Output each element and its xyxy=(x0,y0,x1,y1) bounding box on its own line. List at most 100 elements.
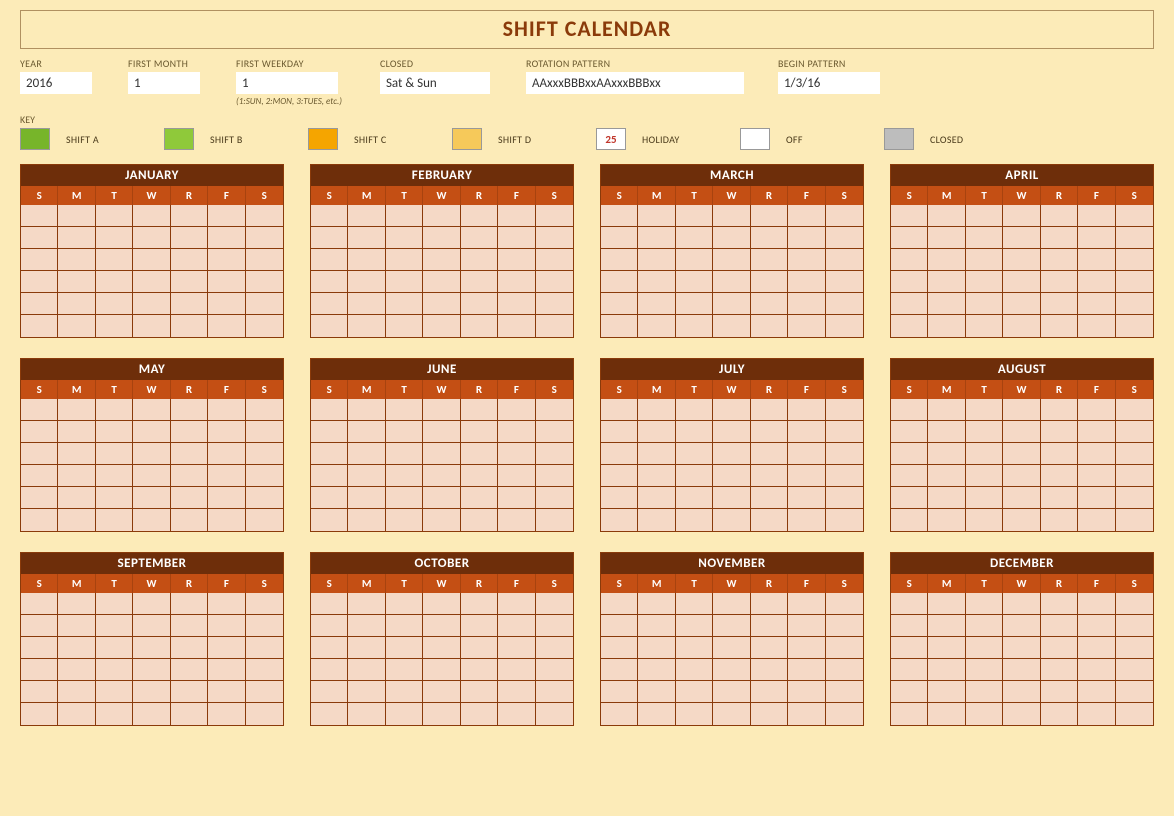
day-cell[interactable] xyxy=(676,399,713,421)
day-cell[interactable] xyxy=(966,487,1003,509)
day-cell[interactable] xyxy=(133,205,170,227)
day-cell[interactable] xyxy=(788,509,825,531)
day-cell[interactable] xyxy=(423,205,460,227)
day-cell[interactable] xyxy=(208,249,245,271)
day-cell[interactable] xyxy=(1116,205,1153,227)
day-cell[interactable] xyxy=(788,593,825,615)
day-cell[interactable] xyxy=(246,249,283,271)
day-cell[interactable] xyxy=(58,249,95,271)
day-cell[interactable] xyxy=(311,315,348,337)
day-cell[interactable] xyxy=(751,205,788,227)
day-cell[interactable] xyxy=(1116,227,1153,249)
day-cell[interactable] xyxy=(58,659,95,681)
day-cell[interactable] xyxy=(58,637,95,659)
day-cell[interactable] xyxy=(676,227,713,249)
day-cell[interactable] xyxy=(246,443,283,465)
day-cell[interactable] xyxy=(58,399,95,421)
day-cell[interactable] xyxy=(171,637,208,659)
day-cell[interactable] xyxy=(246,509,283,531)
day-cell[interactable] xyxy=(1078,487,1115,509)
day-cell[interactable] xyxy=(891,293,928,315)
day-cell[interactable] xyxy=(638,637,675,659)
day-cell[interactable] xyxy=(638,443,675,465)
day-cell[interactable] xyxy=(208,421,245,443)
day-cell[interactable] xyxy=(96,593,133,615)
day-cell[interactable] xyxy=(1041,421,1078,443)
day-cell[interactable] xyxy=(713,659,750,681)
day-cell[interactable] xyxy=(1041,271,1078,293)
day-cell[interactable] xyxy=(1078,271,1115,293)
day-cell[interactable] xyxy=(311,293,348,315)
day-cell[interactable] xyxy=(751,637,788,659)
day-cell[interactable] xyxy=(461,249,498,271)
day-cell[interactable] xyxy=(966,465,1003,487)
day-cell[interactable] xyxy=(638,293,675,315)
day-cell[interactable] xyxy=(536,443,573,465)
day-cell[interactable] xyxy=(826,227,863,249)
day-cell[interactable] xyxy=(601,615,638,637)
day-cell[interactable] xyxy=(208,593,245,615)
day-cell[interactable] xyxy=(676,421,713,443)
day-cell[interactable] xyxy=(311,637,348,659)
day-cell[interactable] xyxy=(1003,593,1040,615)
day-cell[interactable] xyxy=(601,659,638,681)
day-cell[interactable] xyxy=(713,681,750,703)
day-cell[interactable] xyxy=(788,681,825,703)
day-cell[interactable] xyxy=(461,703,498,725)
day-cell[interactable] xyxy=(58,315,95,337)
day-cell[interactable] xyxy=(96,227,133,249)
day-cell[interactable] xyxy=(1003,315,1040,337)
day-cell[interactable] xyxy=(536,703,573,725)
day-cell[interactable] xyxy=(21,443,58,465)
day-cell[interactable] xyxy=(1003,703,1040,725)
day-cell[interactable] xyxy=(1078,509,1115,531)
day-cell[interactable] xyxy=(311,509,348,531)
day-cell[interactable] xyxy=(58,205,95,227)
day-cell[interactable] xyxy=(1078,227,1115,249)
day-cell[interactable] xyxy=(891,399,928,421)
day-cell[interactable] xyxy=(96,399,133,421)
day-cell[interactable] xyxy=(536,615,573,637)
day-cell[interactable] xyxy=(311,487,348,509)
day-cell[interactable] xyxy=(928,681,965,703)
day-cell[interactable] xyxy=(536,637,573,659)
day-cell[interactable] xyxy=(498,421,535,443)
day-cell[interactable] xyxy=(461,509,498,531)
day-cell[interactable] xyxy=(348,399,385,421)
day-cell[interactable] xyxy=(536,399,573,421)
day-cell[interactable] xyxy=(386,293,423,315)
day-cell[interactable] xyxy=(208,271,245,293)
day-cell[interactable] xyxy=(423,659,460,681)
day-cell[interactable] xyxy=(133,421,170,443)
day-cell[interactable] xyxy=(423,443,460,465)
day-cell[interactable] xyxy=(461,271,498,293)
day-cell[interactable] xyxy=(891,271,928,293)
day-cell[interactable] xyxy=(713,703,750,725)
day-cell[interactable] xyxy=(348,703,385,725)
day-cell[interactable] xyxy=(891,637,928,659)
day-cell[interactable] xyxy=(498,271,535,293)
day-cell[interactable] xyxy=(1041,399,1078,421)
day-cell[interactable] xyxy=(713,271,750,293)
day-cell[interactable] xyxy=(498,509,535,531)
day-cell[interactable] xyxy=(891,465,928,487)
day-cell[interactable] xyxy=(498,659,535,681)
day-cell[interactable] xyxy=(96,271,133,293)
day-cell[interactable] xyxy=(536,293,573,315)
day-cell[interactable] xyxy=(788,443,825,465)
day-cell[interactable] xyxy=(21,315,58,337)
day-cell[interactable] xyxy=(1078,637,1115,659)
day-cell[interactable] xyxy=(1078,659,1115,681)
day-cell[interactable] xyxy=(1041,487,1078,509)
day-cell[interactable] xyxy=(1116,293,1153,315)
day-cell[interactable] xyxy=(246,227,283,249)
day-cell[interactable] xyxy=(713,615,750,637)
day-cell[interactable] xyxy=(1116,509,1153,531)
day-cell[interactable] xyxy=(751,249,788,271)
day-cell[interactable] xyxy=(461,593,498,615)
day-cell[interactable] xyxy=(826,205,863,227)
day-cell[interactable] xyxy=(638,487,675,509)
day-cell[interactable] xyxy=(386,443,423,465)
day-cell[interactable] xyxy=(208,205,245,227)
day-cell[interactable] xyxy=(311,703,348,725)
